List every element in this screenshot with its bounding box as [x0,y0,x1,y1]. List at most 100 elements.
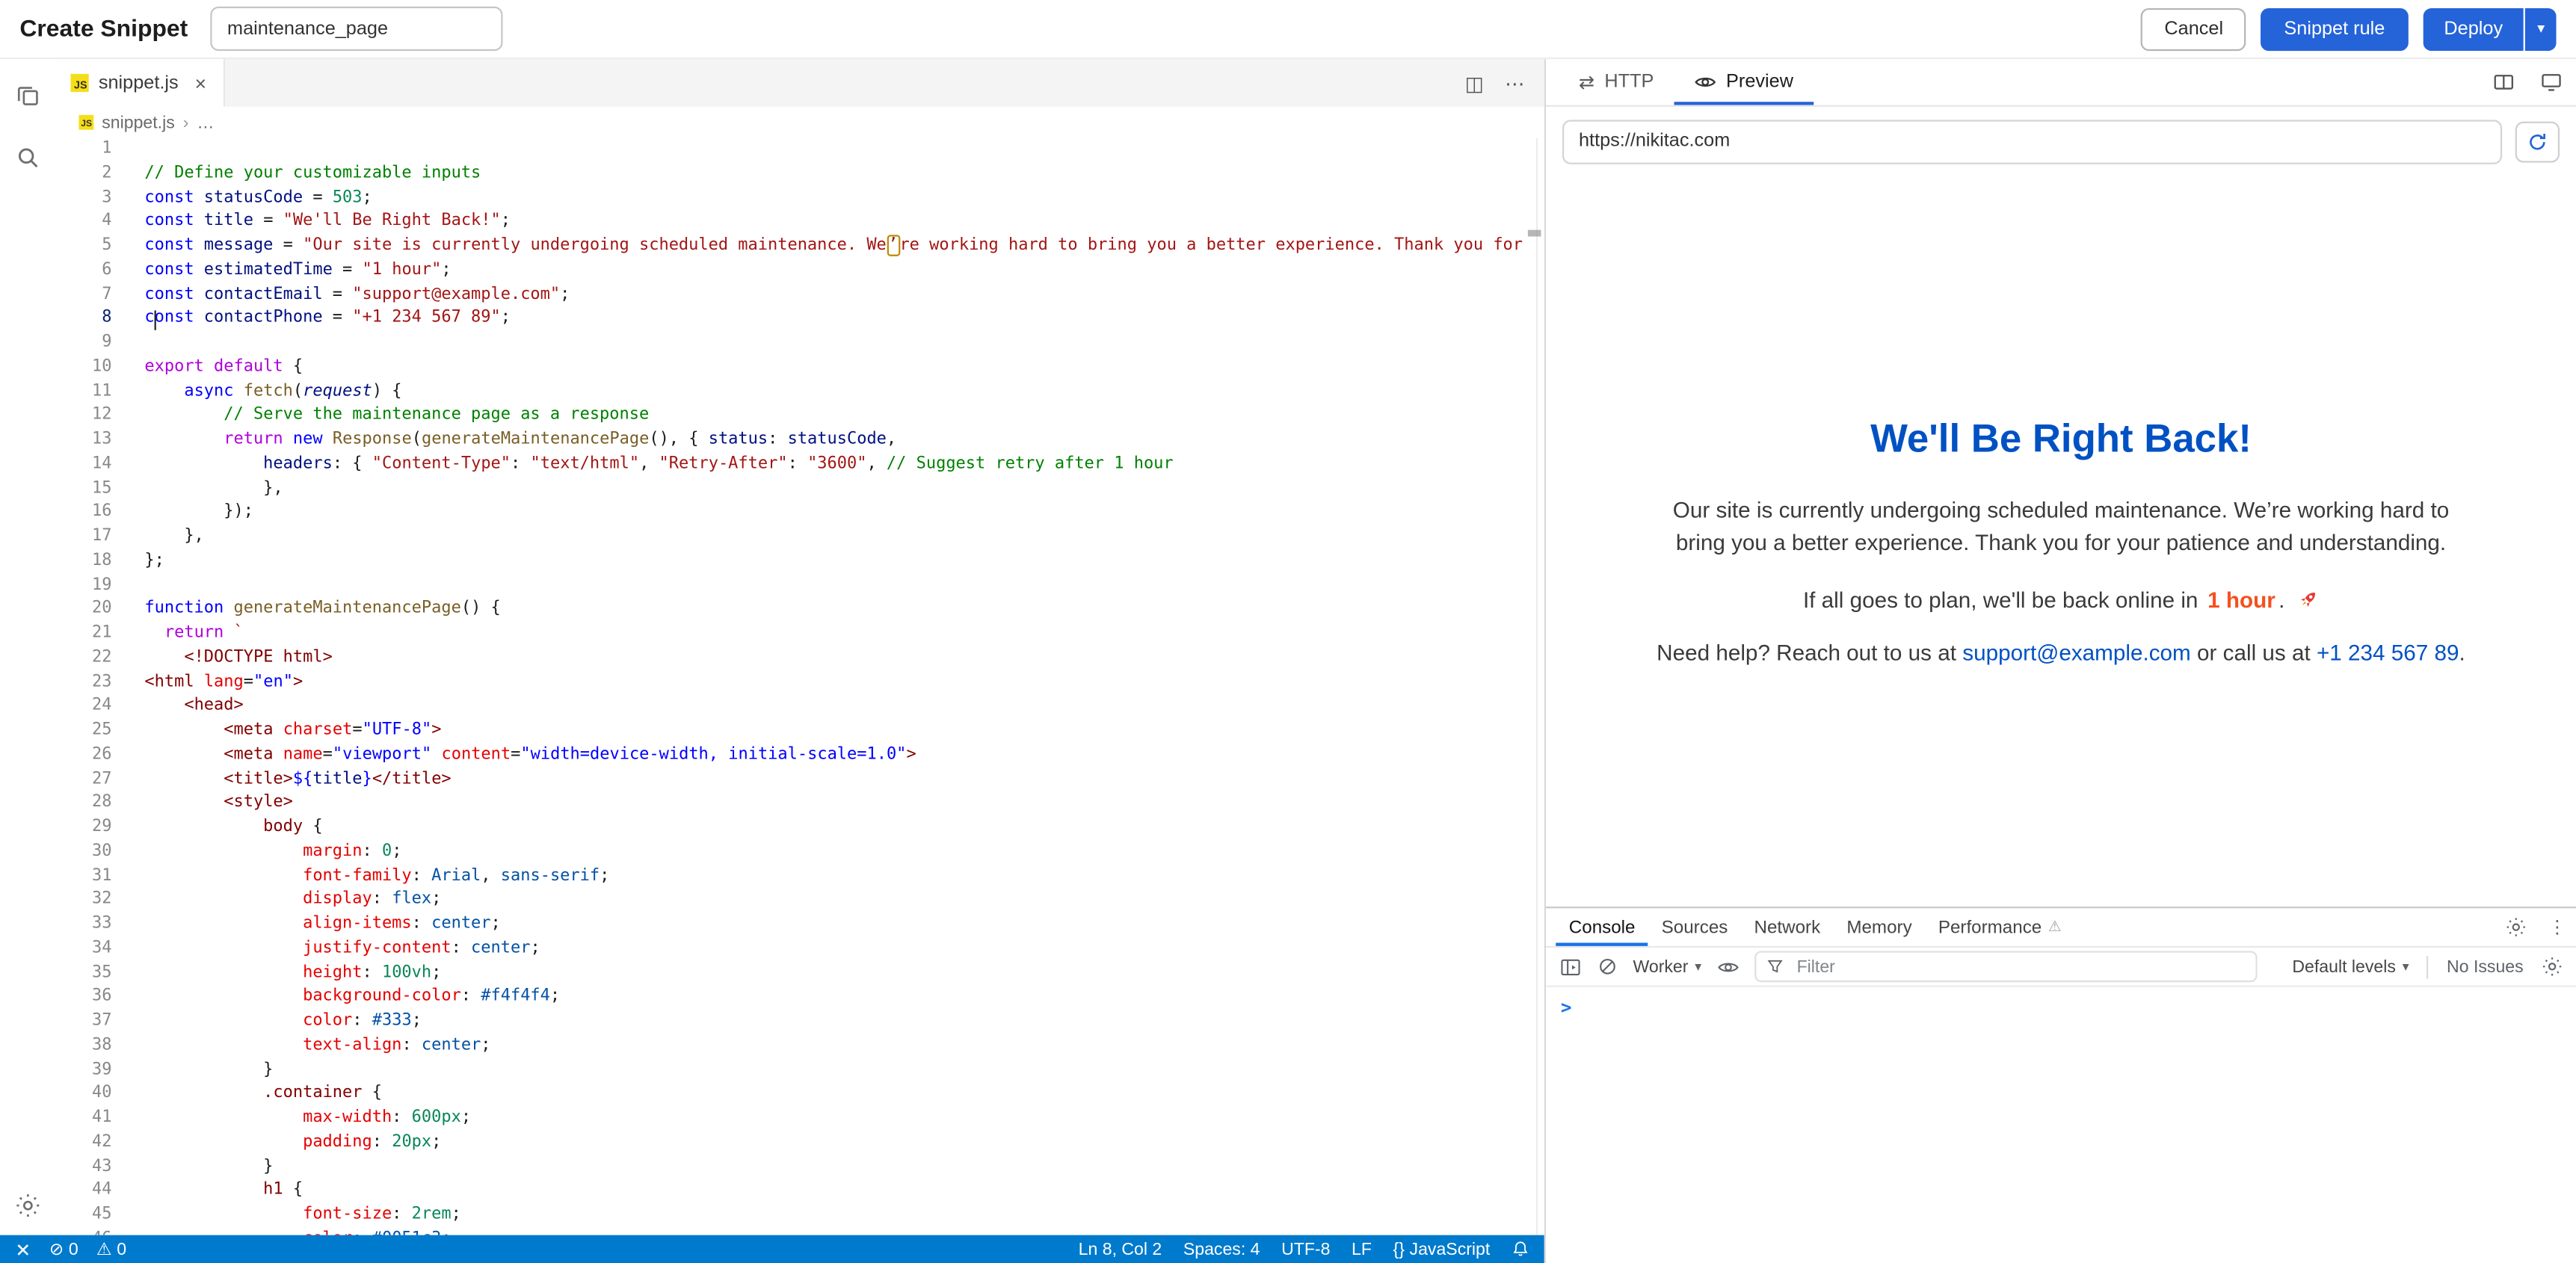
devtools-settings-gear-icon[interactable] [2505,916,2527,938]
code-line[interactable]: const statusCode = 503; [144,186,1526,210]
eol-sequence[interactable]: LF [1352,1239,1372,1259]
cursor-position[interactable]: Ln 8, Col 2 [1079,1239,1162,1259]
problems-errors[interactable]: ⊘ 0 [49,1239,78,1259]
code-line[interactable]: color: #0051c3; [144,1228,1526,1235]
support-email-link[interactable]: support@example.com [1962,640,2191,665]
notifications-bell-icon[interactable] [1512,1240,1529,1258]
code-line[interactable]: .container { [144,1083,1526,1107]
copy-icon[interactable] [14,82,40,108]
devtools-tab-sources[interactable]: Sources [1648,908,1741,946]
code-line[interactable] [144,138,1526,162]
encoding[interactable]: UTF-8 [1281,1239,1330,1259]
console-filter[interactable] [1754,951,2256,982]
snippet-rule-button[interactable]: Snippet rule [2261,7,2408,50]
code-area[interactable]: 1234567891011121314151617181920212223242… [55,138,1544,1235]
console-prompt-chevron[interactable]: > [1561,997,1572,1019]
code-line[interactable]: const estimatedTime = "1 hour"; [144,259,1526,283]
toolbar-divider [2427,955,2429,978]
console-settings-gear-icon[interactable] [2542,956,2563,978]
breadcrumb-file[interactable]: snippet.js [102,113,174,132]
clear-console-icon[interactable] [1597,956,1618,978]
code-line[interactable]: color: #333; [144,1010,1526,1034]
breadcrumb-more[interactable]: … [197,113,214,132]
code-line[interactable]: height: 100vh; [144,962,1526,986]
status-cross-icon[interactable] [15,1241,31,1257]
code-line[interactable]: margin: 0; [144,841,1526,865]
code-line[interactable]: return new Response(generateMaintenanceP… [144,429,1526,453]
code-line[interactable]: background-color: #f4f4f4; [144,986,1526,1010]
deploy-dropdown-button[interactable]: ▾ [2526,7,2557,50]
console-sidebar-icon[interactable] [1559,955,1583,978]
code-line[interactable]: text-align: center; [144,1034,1526,1058]
log-levels-selector[interactable]: Default levels ▾ [2292,957,2409,976]
code-line[interactable]: const contactEmail = "support@example.co… [144,283,1526,307]
code-lines[interactable]: // Define your customizable inputsconst … [144,138,1526,1235]
split-editor-icon[interactable]: ◫ [1465,72,1484,95]
code-line[interactable]: <!DOCTYPE html> [144,646,1526,670]
devtools-tab-memory[interactable]: Memory [1834,908,1925,946]
devtools-tab-console[interactable]: Console [1556,908,1648,946]
deploy-button[interactable]: Deploy [2423,7,2524,50]
code-line[interactable]: <style> [144,792,1526,816]
code-line[interactable]: const title = "We'll Be Right Back!"; [144,211,1526,235]
editor-scrollbar[interactable] [1536,138,1538,1235]
kebab-menu-icon[interactable]: ⋮ [2548,916,2566,938]
code-line[interactable]: }; [144,550,1526,574]
code-line[interactable]: async fetch(request) { [144,380,1526,404]
more-actions-icon[interactable]: ⋯ [1505,72,1524,95]
code-line[interactable] [144,332,1526,356]
filter-input[interactable] [1793,955,2245,978]
support-phone-link[interactable]: +1 234 567 89 [2317,640,2459,665]
columns-layout-icon[interactable] [2492,71,2515,94]
code-line[interactable]: font-family: Arial, sans-serif; [144,865,1526,889]
search-icon[interactable] [14,144,40,170]
code-line[interactable]: font-size: 2rem; [144,1204,1526,1228]
issues-counter[interactable]: No Issues [2447,957,2524,976]
code-line[interactable]: <html lang="en"> [144,671,1526,695]
code-line[interactable]: } [144,1155,1526,1179]
url-input[interactable] [1562,119,2502,163]
devtools-tab-network[interactable]: Network [1741,908,1834,946]
code-line[interactable]: const contactPhone = "+1 234 567 89"; [144,308,1526,332]
code-line[interactable]: }); [144,501,1526,525]
code-line[interactable]: align-items: center; [144,913,1526,937]
code-line[interactable]: export default { [144,356,1526,380]
code-line[interactable] [144,574,1526,598]
code-line[interactable]: <meta name="viewport" content="width=dev… [144,744,1526,768]
indentation[interactable]: Spaces: 4 [1183,1239,1260,1259]
problems-warnings[interactable]: ⚠ 0 [96,1239,126,1259]
code-line[interactable]: }, [144,525,1526,549]
code-line[interactable]: }, [144,477,1526,501]
code-line[interactable]: <head> [144,695,1526,719]
code-line[interactable]: return ` [144,623,1526,646]
console-output[interactable]: > [1546,987,2576,1028]
cancel-button[interactable]: Cancel [2142,7,2246,50]
code-line[interactable]: <title>${title}</title> [144,768,1526,791]
settings-gear-icon[interactable] [14,1193,40,1219]
code-line[interactable]: const message = "Our site is currently u… [144,235,1526,259]
refresh-button[interactable] [2515,121,2560,162]
live-expression-eye-icon[interactable] [1716,955,1740,978]
code-line[interactable]: // Define your customizable inputs [144,162,1526,186]
breadcrumb[interactable]: JS snippet.js › … [55,107,1544,138]
code-line[interactable]: headers: { "Content-Type": "text/html", … [144,453,1526,477]
code-line[interactable]: max-width: 600px; [144,1107,1526,1131]
devtools-tab-performance[interactable]: Performance ⚠ [1925,908,2074,946]
snippet-name-input[interactable] [211,7,503,51]
code-line[interactable]: <meta charset="UTF-8"> [144,720,1526,744]
code-line[interactable]: h1 { [144,1179,1526,1203]
code-line[interactable]: display: flex; [144,889,1526,913]
code-line[interactable]: padding: 20px; [144,1131,1526,1155]
execution-context-selector[interactable]: Worker ▾ [1633,957,1702,976]
code-line[interactable]: // Serve the maintenance page as a respo… [144,404,1526,428]
close-tab-icon[interactable]: × [195,72,206,95]
code-line[interactable]: justify-content: center; [144,937,1526,961]
device-monitor-icon[interactable] [2540,71,2563,94]
tab-preview[interactable]: Preview [1674,59,1814,105]
tab-snippet-js[interactable]: JS snippet.js × [55,59,225,107]
code-line[interactable]: body { [144,816,1526,840]
code-line[interactable]: } [144,1058,1526,1082]
tab-http[interactable]: ⇄ HTTP [1559,59,1674,105]
code-line[interactable]: function generateMaintenancePage() { [144,599,1526,623]
language-mode[interactable]: {} JavaScript [1393,1239,1491,1259]
